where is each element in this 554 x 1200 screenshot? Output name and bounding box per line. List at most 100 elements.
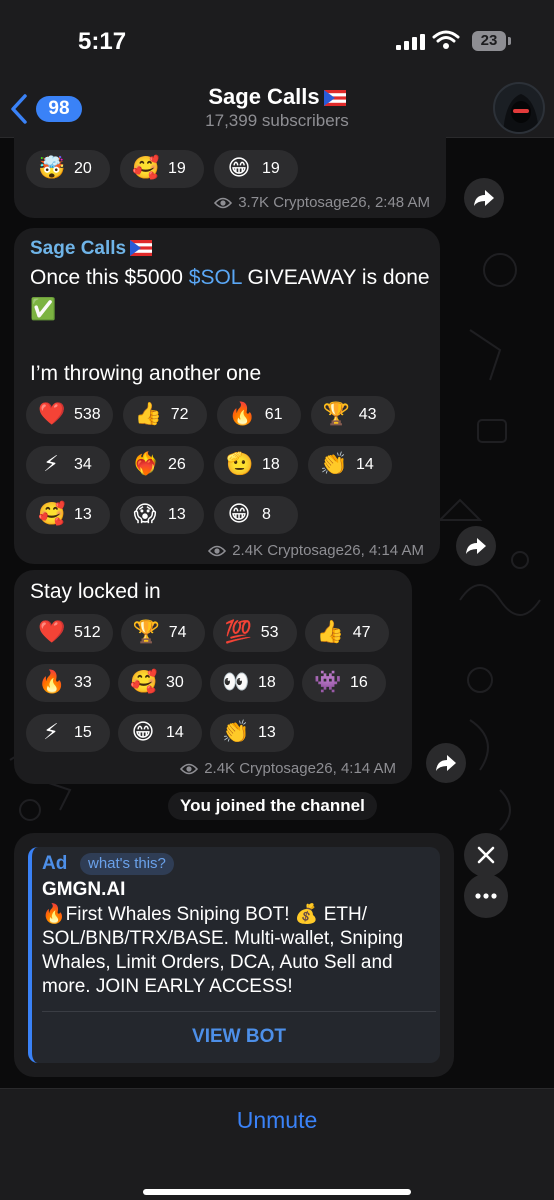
cashtag-link[interactable]: $SOL	[189, 266, 242, 289]
reaction-chip[interactable]: 👾 16	[302, 664, 386, 702]
reaction-chip[interactable]: 👀 18	[210, 664, 294, 702]
reaction-chip[interactable]: ❤️ 538	[26, 396, 113, 434]
unmute-button[interactable]: Unmute	[0, 1107, 554, 1134]
message-text-part: Once this $5000	[30, 266, 189, 289]
close-icon	[477, 846, 495, 864]
message-bubble-2[interactable]: Sage Calls Once this $5000 $SOL GIVEAWAY…	[14, 228, 440, 564]
reaction-count: 26	[168, 456, 186, 473]
ad-label: Ad	[42, 853, 68, 874]
reaction-emoji: 👀	[222, 670, 250, 695]
reaction-chip[interactable]: 💯 53	[212, 614, 297, 652]
reaction-count: 13	[74, 506, 92, 523]
reaction-chip[interactable]: 👏 14	[308, 446, 392, 484]
reaction-chip[interactable]: 🥰 30	[118, 664, 202, 702]
reaction-emoji: 🔥	[38, 670, 66, 695]
reaction-count: 30	[166, 674, 184, 691]
reaction-chip[interactable]: 🤯 20	[26, 150, 110, 188]
share-button[interactable]	[464, 178, 504, 218]
reaction-count: 61	[264, 406, 283, 423]
reaction-emoji: 👏	[222, 720, 250, 745]
message-bubble-1[interactable]: 🤯 20 🥰 19 😁 19 3.7K Cryptosage26, 2:48 AM	[14, 132, 446, 218]
reaction-chip[interactable]: 👍 72	[122, 396, 207, 434]
views-eye-icon	[214, 197, 233, 208]
reaction-chip[interactable]: ⚡ 15	[26, 714, 110, 752]
reaction-chip[interactable]: ❤️‍🔥 26	[120, 446, 204, 484]
reaction-chip[interactable]: 🔥 61	[216, 396, 301, 434]
message-meta-text: 2.4K Cryptosage26, 4:14 AM	[204, 760, 396, 777]
close-ad-button[interactable]	[464, 833, 508, 877]
channel-title[interactable]: Sage Calls	[0, 84, 554, 110]
reaction-count: 43	[358, 406, 377, 423]
puerto-rico-flag-icon	[130, 240, 153, 256]
reaction-emoji: ❤️	[38, 402, 66, 427]
whats-this-link[interactable]: what's this?	[80, 853, 174, 875]
reactions-grid: ❤️ 512 🏆 74 💯 53 👍 47 🔥 33 🥰 30 👀 18 👾 16 ⚡ 15 😁 1…	[26, 614, 406, 752]
view-bot-button[interactable]: VIEW BOT	[42, 1019, 436, 1055]
message-text-line: I’m throwing another one	[30, 362, 262, 385]
reaction-count: 13	[258, 724, 276, 741]
chat-header: 98 Sage Calls 17,399 subscribers	[0, 80, 554, 138]
reaction-chip[interactable]: 🔥 33	[26, 664, 110, 702]
ad-title: GMGN.AI	[42, 879, 126, 900]
reaction-count: 34	[74, 456, 92, 473]
more-dots-icon	[475, 893, 497, 899]
reaction-chip[interactable]: ⚡ 34	[26, 446, 110, 484]
sponsored-message[interactable]: Ad what's this? GMGN.AI 🔥First Whales Sn…	[14, 833, 454, 1077]
reaction-chip[interactable]: 🥰 13	[26, 496, 110, 534]
reaction-emoji: 🥰	[38, 502, 66, 527]
channel-avatar[interactable]	[493, 82, 545, 134]
reaction-chip[interactable]: 😱 13	[120, 496, 204, 534]
reaction-emoji: 😁	[131, 720, 155, 745]
reaction-emoji: 🥰	[130, 670, 158, 695]
reaction-emoji: ⚡	[43, 720, 59, 745]
reaction-chip[interactable]: 👍 47	[304, 614, 389, 652]
reaction-chip[interactable]: 😁 14	[118, 714, 202, 752]
views-eye-icon	[180, 763, 199, 774]
reactions-row: 🤯 20 🥰 19 😁 19	[26, 150, 298, 188]
reaction-chip[interactable]: 👏 13	[210, 714, 294, 752]
reaction-emoji: 😱	[133, 502, 157, 527]
reaction-count: 8	[262, 506, 271, 523]
message-bubble-3[interactable]: Stay locked in ❤️ 512 🏆 74 💯 53 👍 47 🔥 33 🥰 30…	[14, 570, 412, 784]
reaction-chip[interactable]: 🏆 74	[120, 614, 205, 652]
message-text: Once this $5000 $SOL GIVEAWAY is done ✅	[30, 262, 430, 326]
reaction-count: 14	[166, 724, 184, 741]
reaction-count: 19	[168, 160, 186, 177]
reaction-chip[interactable]: ❤️ 512	[26, 614, 113, 652]
reaction-count: 16	[350, 674, 368, 691]
service-message: You joined the channel	[168, 792, 377, 820]
reaction-count: 47	[352, 624, 371, 641]
reaction-count: 53	[260, 624, 279, 641]
reaction-chip[interactable]: 🥰 19	[120, 150, 204, 188]
wifi-icon	[432, 30, 460, 49]
reaction-emoji: ❤️‍🔥	[132, 452, 160, 477]
subscriber-count: 17,399 subscribers	[205, 111, 349, 130]
reaction-emoji: 🏆	[132, 620, 161, 645]
reaction-count: 18	[258, 674, 276, 691]
sender-name: Sage Calls	[30, 238, 127, 259]
bottom-bar: Unmute	[0, 1088, 554, 1200]
message-meta: 2.4K Cryptosage26, 4:14 AM	[180, 760, 396, 777]
status-time: 5:17	[78, 28, 127, 55]
reaction-count: 72	[170, 406, 189, 423]
views-eye-icon	[208, 545, 227, 556]
ad-more-button[interactable]	[464, 874, 508, 918]
reaction-emoji: 👾	[314, 670, 342, 695]
reaction-chip[interactable]: 🫡 18	[214, 446, 298, 484]
home-indicator	[143, 1189, 411, 1195]
share-arrow-icon	[436, 755, 456, 771]
share-button[interactable]	[426, 743, 466, 783]
share-arrow-icon	[466, 538, 486, 554]
reaction-chip[interactable]: 🏆 43	[310, 396, 395, 434]
reaction-count: 15	[74, 724, 92, 741]
reactions-grid: ❤️ 538 👍 72 🔥 61 🏆 43 ⚡ 34 ❤️‍🔥 26 🫡 18 👏 14 🥰 13…	[26, 396, 436, 534]
reaction-emoji: 🤯	[38, 156, 66, 181]
share-button[interactable]	[456, 526, 496, 566]
reaction-emoji: 😁	[227, 156, 251, 181]
reaction-chip[interactable]: 😁 19	[214, 150, 298, 188]
message-sender: Sage Calls	[30, 238, 153, 260]
ad-body: 🔥First Whales Sniping BOT! 💰 ETH/ SOL/BN…	[42, 904, 404, 997]
reaction-count: 19	[262, 160, 280, 177]
reaction-chip[interactable]: 😁 8	[214, 496, 298, 534]
reaction-emoji: 💯	[224, 620, 253, 645]
